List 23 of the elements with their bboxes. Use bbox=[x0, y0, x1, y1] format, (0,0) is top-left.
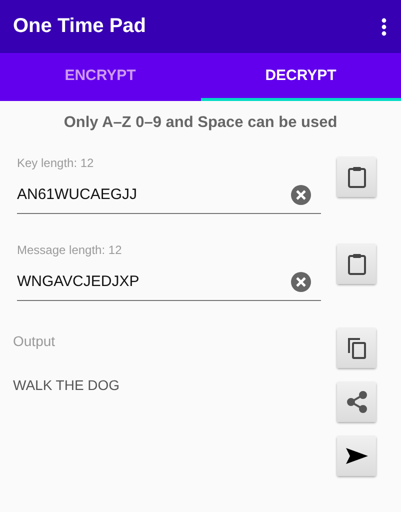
clipboard-icon bbox=[348, 166, 366, 188]
clear-icon[interactable] bbox=[291, 184, 311, 204]
field-label: Key length: 12 bbox=[17, 156, 94, 170]
app-title: One Time Pad bbox=[13, 15, 146, 38]
share-button[interactable] bbox=[337, 382, 376, 422]
share-icon bbox=[346, 391, 366, 413]
tab[interactable]: ENCRYPT bbox=[0, 53, 200, 101]
send-icon bbox=[346, 447, 368, 465]
text-field[interactable]: AN61WUCAEGJJ bbox=[17, 186, 291, 203]
copy-icon bbox=[346, 337, 366, 359]
field-label: Message length: 12 bbox=[17, 243, 122, 257]
copy-button[interactable] bbox=[337, 328, 376, 368]
clear-icon[interactable] bbox=[291, 272, 311, 292]
send-button[interactable] bbox=[337, 436, 376, 476]
paste-button[interactable] bbox=[337, 244, 376, 284]
hint-text: Only A–Z 0–9 and Space can be used bbox=[64, 114, 338, 131]
output-label: Output bbox=[13, 333, 56, 349]
paste-button[interactable] bbox=[337, 157, 376, 197]
clipboard-icon bbox=[348, 253, 366, 275]
menu-icon[interactable] bbox=[381, 18, 387, 36]
tab[interactable]: DECRYPT bbox=[200, 53, 401, 101]
text-field[interactable]: WNGAVCJEDJXP bbox=[17, 273, 291, 290]
output-text: WALK THE DOG bbox=[13, 377, 120, 393]
